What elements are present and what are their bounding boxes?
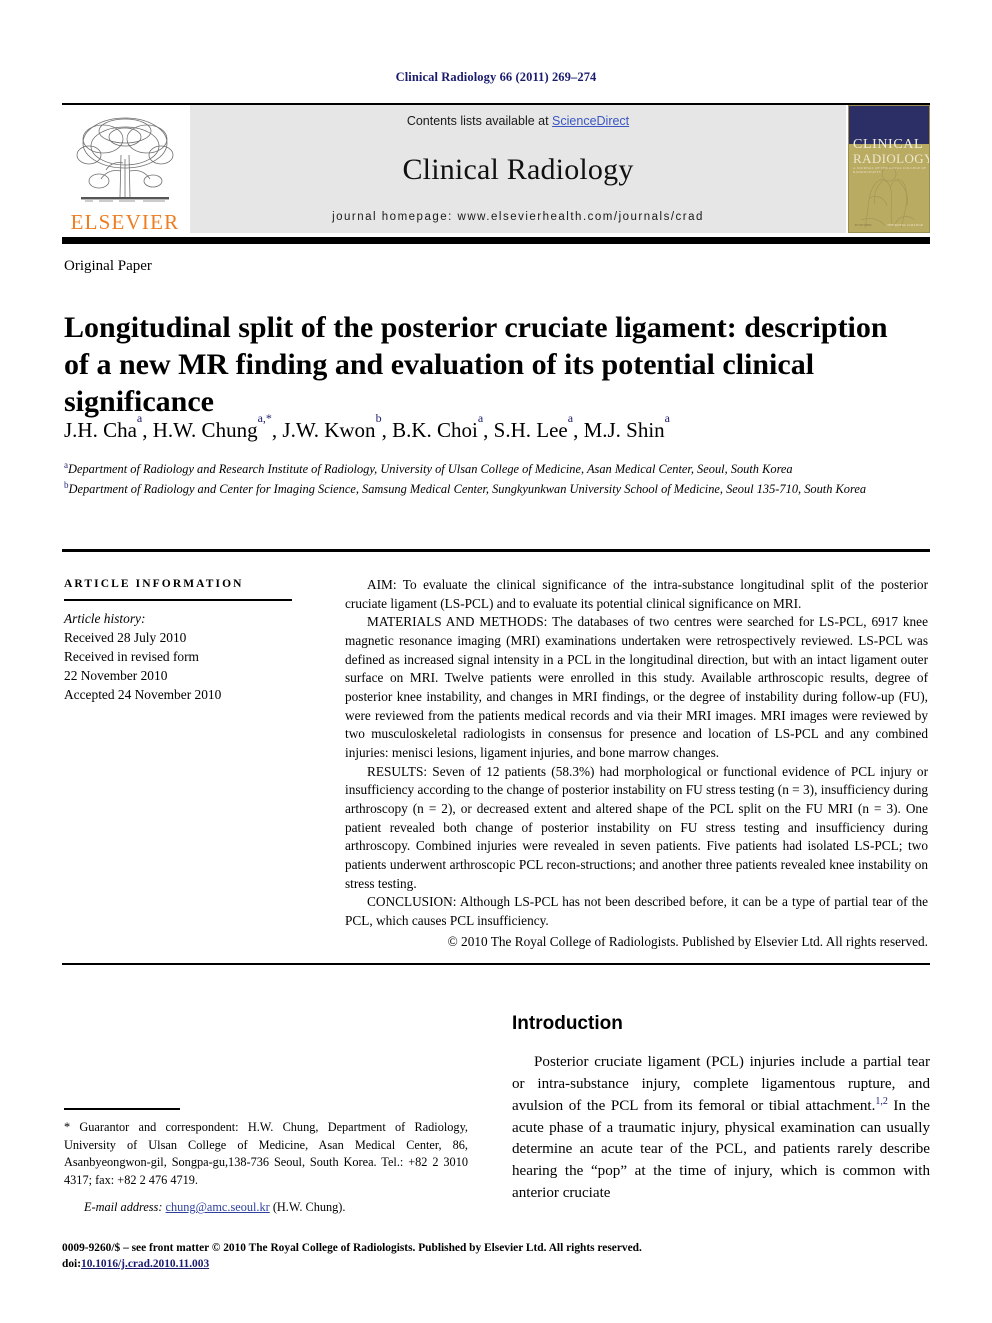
paper-page: Clinical Radiology 66 (2011) 269–274 ELS… <box>0 0 992 1323</box>
author-affiliation-marker: a <box>477 410 484 425</box>
contents-prefix-text: Contents lists available at <box>406 114 553 128</box>
author-name: S.H. Lee <box>493 418 568 442</box>
journal-cover-thumbnail: CLINICAL RADIOLOGY A JOURNAL OF THE ROYA… <box>848 105 930 233</box>
author-entry: J.W. Kwonb, <box>282 411 393 442</box>
author-affiliation-marker: a <box>567 410 574 425</box>
contents-box: Contents lists available at ScienceDirec… <box>190 105 846 233</box>
issn-block: 0009-9260/$ – see front matter © 2010 Th… <box>62 1240 932 1272</box>
article-history-revised: Received in revised form <box>64 649 199 665</box>
article-history-label: Article history: <box>64 611 146 626</box>
author-separator: , <box>483 418 494 442</box>
affiliation-b: bDepartment of Radiology and Center for … <box>64 479 926 499</box>
sciencedirect-link[interactable]: ScienceDirect <box>552 114 629 128</box>
cover-title-line-2: RADIOLOGY <box>853 151 930 166</box>
author-name: H.W. Chung <box>152 418 258 442</box>
author-entry: J.H. Chaa, <box>64 411 153 442</box>
abstract-aim: AIM: To evaluate the clinical significan… <box>345 577 928 611</box>
affiliation-text: Department of Radiology and Center for I… <box>68 482 867 497</box>
author-entry: S.H. Leea, <box>493 411 584 442</box>
email-owner: (H.W. Chung). <box>272 1200 346 1215</box>
abstract-block: AIM: To evaluate the clinical significan… <box>345 576 928 951</box>
abstract-results: RESULTS: Seven of 12 patients (58.3%) ha… <box>345 763 928 891</box>
footnote-block: * Guarantor and correspondent: H.W. Chun… <box>64 1119 468 1217</box>
article-information-block: Article information Article history: Rec… <box>64 578 296 704</box>
author-affiliation-marker: a <box>136 410 143 425</box>
page-title: Longitudinal split of the posterior cruc… <box>64 311 888 419</box>
journal-header-band: ELSEVIER Contents lists available at Sci… <box>62 105 930 233</box>
running-head: Clinical Radiology 66 (2011) 269–274 <box>395 70 597 84</box>
article-history-revised-date: 22 November 2010 <box>64 668 168 684</box>
author-separator: , <box>381 418 393 442</box>
article-history-accepted: Accepted 24 November 2010 <box>64 687 222 703</box>
author-affiliation-marker: a, <box>257 410 266 425</box>
doi-line: doi:10.1016/j.crad.2010.11.003 <box>62 1256 932 1272</box>
journal-homepage[interactable]: journal homepage: www.elsevierhealth.com… <box>332 211 704 223</box>
email-label: E-mail address: <box>84 1200 163 1215</box>
article-information-heading: Article information <box>64 578 244 590</box>
header-bottom-bar <box>62 237 930 244</box>
author-separator: , <box>573 418 584 442</box>
abstract-top-rule <box>62 549 930 552</box>
author-separator: , <box>142 418 153 442</box>
abstract-conclusion: CONCLUSION: Although LS-PCL has not been… <box>345 894 928 929</box>
author-entry: B.K. Choia, <box>392 411 494 442</box>
author-list: J.H. Chaa, H.W. Chunga,*, J.W. Kwonb, B.… <box>64 411 924 443</box>
journal-name: Clinical Radiology <box>402 152 634 186</box>
abstract-materials-methods: MATERIALS AND METHODS: The databases of … <box>345 614 928 761</box>
elsevier-tree-icon <box>76 117 174 202</box>
author-affiliation-marker: b <box>375 410 382 425</box>
introduction-column: Introduction Posterior cruciate ligament… <box>512 1013 930 1204</box>
author-separator: , <box>271 418 283 442</box>
author-name: B.K. Choi <box>392 418 478 442</box>
article-information-rule <box>64 599 292 601</box>
doi-link[interactable]: 10.1016/j.crad.2010.11.003 <box>81 1258 209 1270</box>
footnote-separator-rule <box>64 1108 180 1110</box>
affiliation-a: aDepartment of Radiology and Research In… <box>64 459 926 479</box>
affiliation-list: aDepartment of Radiology and Research In… <box>64 459 926 499</box>
author-name: J.H. Cha <box>64 418 137 442</box>
introduction-heading: Introduction <box>512 1013 623 1034</box>
elsevier-wordmark: ELSEVIER <box>70 210 180 234</box>
cover-title: CLINICAL RADIOLOGY A JOURNAL OF THE ROYA… <box>853 137 930 174</box>
cover-footer-left: ELSEVIER <box>855 223 872 227</box>
cover-subtitle: A JOURNAL OF THE ROYAL COLLEGE OF RADIOL… <box>853 166 927 174</box>
author-entry: H.W. Chunga,*, <box>152 411 283 442</box>
issn-front-matter: 0009-9260/$ – see front matter © 2010 Th… <box>62 1242 642 1254</box>
citation-reference: 1,2 <box>875 1096 888 1108</box>
introduction-text-part-1: Posterior cruciate ligament (PCL) injuri… <box>512 1054 930 1115</box>
author-affiliation-marker: a <box>664 410 670 425</box>
affiliation-text: Department of Radiology and Research Ins… <box>68 462 793 477</box>
email-note: E-mail address: chung@amc.seoul.kr (H.W.… <box>64 1199 468 1217</box>
author-name: J.W. Kwon <box>282 418 376 442</box>
article-history-received: Received 28 July 2010 <box>64 630 187 646</box>
author-entry: M.J. Shina <box>583 411 670 442</box>
author-name: M.J. Shin <box>583 418 665 442</box>
abstract-bottom-rule <box>62 963 930 965</box>
contents-available-line: Contents lists available at ScienceDirec… <box>407 114 629 128</box>
cover-title-line-1: CLINICAL <box>853 137 924 152</box>
introduction-paragraph: Posterior cruciate ligament (PCL) injuri… <box>512 1052 930 1204</box>
correspondence-note: * Guarantor and correspondent: H.W. Chun… <box>64 1120 468 1187</box>
cover-footer-right: THE ROYAL COLLEGE <box>886 223 923 227</box>
article-type-label: Original Paper <box>64 258 152 274</box>
doi-label: doi: <box>62 1258 81 1271</box>
email-link[interactable]: chung@amc.seoul.kr <box>166 1200 270 1214</box>
corresponding-author-marker: * <box>265 410 272 425</box>
elsevier-logo: ELSEVIER <box>62 105 188 233</box>
abstract-copyright: © 2010 The Royal College of Radiologists… <box>447 933 928 949</box>
